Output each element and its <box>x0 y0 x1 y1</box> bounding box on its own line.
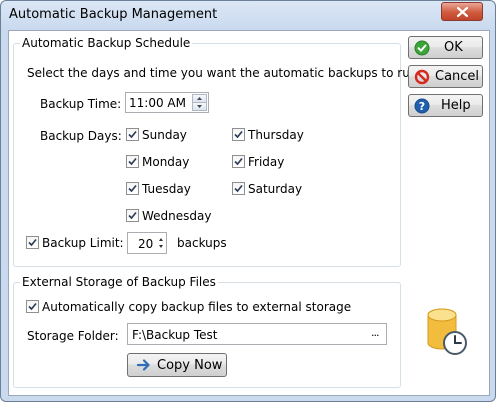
no-sign-icon <box>414 69 430 85</box>
checkmark-icon <box>234 184 243 193</box>
tuesday-checkbox[interactable] <box>126 182 139 195</box>
monday-label[interactable]: Monday <box>142 155 189 169</box>
tuesday-label[interactable]: Tuesday <box>142 182 191 196</box>
backup-time-value: 11:00 AM <box>129 96 186 110</box>
title-bar[interactable]: Automatic Backup Management <box>1 1 495 29</box>
wednesday-label[interactable]: Wednesday <box>142 209 211 223</box>
backup-limit-checkbox[interactable] <box>26 236 39 249</box>
thursday-label[interactable]: Thursday <box>248 128 304 142</box>
browse-button[interactable]: ... <box>371 326 379 339</box>
thursday-checkbox[interactable] <box>232 128 245 141</box>
arrow-right-icon <box>137 359 150 371</box>
external-storage-group-label: External Storage of Backup Files <box>20 275 218 289</box>
backup-limit-spinner[interactable] <box>157 236 165 250</box>
schedule-instructions: Select the days and time you want the au… <box>27 66 422 80</box>
saturday-label[interactable]: Saturday <box>248 182 302 196</box>
friday-label[interactable]: Friday <box>248 155 284 169</box>
close-icon <box>457 7 468 17</box>
cancel-label: Cancel <box>435 69 480 84</box>
chevron-down-icon[interactable] <box>157 244 165 250</box>
copy-now-label: Copy Now <box>157 358 223 373</box>
checkmark-icon <box>234 130 243 139</box>
wednesday-checkbox[interactable] <box>126 209 139 222</box>
backup-limit-unit: backups <box>177 236 227 250</box>
backup-time-spinner[interactable] <box>192 94 207 111</box>
backup-limit-value: 20 <box>138 237 154 251</box>
svg-text:?: ? <box>419 100 425 113</box>
chevron-up-icon[interactable] <box>157 236 165 242</box>
copy-now-button[interactable]: Copy Now <box>127 353 227 377</box>
checkmark-icon <box>28 238 37 247</box>
auto-copy-checkbox[interactable] <box>26 300 39 313</box>
dialog-window: Automatic Backup Management Automatic Ba… <box>0 0 496 402</box>
ok-label: OK <box>444 40 463 55</box>
help-label: Help <box>441 98 471 113</box>
backup-limit-field[interactable]: 20 <box>127 232 167 254</box>
saturday-checkbox[interactable] <box>232 182 245 195</box>
storage-folder-label: Storage Folder: <box>27 329 119 343</box>
checkmark-icon <box>128 157 137 166</box>
sunday-checkbox[interactable] <box>126 128 139 141</box>
backup-time-field[interactable]: 11:00 AM <box>125 92 209 113</box>
ok-button[interactable]: OK <box>408 36 483 59</box>
chevron-down-icon <box>197 105 202 108</box>
storage-folder-field[interactable]: F:\Backup Test ... <box>127 323 387 345</box>
auto-copy-label[interactable]: Automatically copy backup files to exter… <box>42 300 351 314</box>
checkmark-icon <box>28 302 37 311</box>
backup-time-label: Backup Time: <box>40 97 122 111</box>
sunday-label[interactable]: Sunday <box>142 128 187 142</box>
monday-checkbox[interactable] <box>126 155 139 168</box>
backup-limit-label[interactable]: Backup Limit: <box>42 236 124 250</box>
checkmark-icon <box>128 184 137 193</box>
backup-days-label: Backup Days: <box>40 129 122 143</box>
cancel-button[interactable]: Cancel <box>408 65 483 88</box>
checkmark-icon <box>128 211 137 220</box>
checkmark-icon <box>234 157 243 166</box>
checkmark-icon <box>128 130 137 139</box>
check-circle-icon <box>414 40 430 56</box>
spin-down-button[interactable] <box>192 102 207 111</box>
storage-folder-value: F:\Backup Test <box>132 328 218 342</box>
friday-checkbox[interactable] <box>232 155 245 168</box>
dialog-client-area: Automatic Backup Schedule Select the day… <box>8 30 490 396</box>
help-button[interactable]: ? Help <box>408 94 483 117</box>
question-icon: ? <box>414 98 430 114</box>
window-title: Automatic Backup Management <box>9 7 218 22</box>
chevron-up-icon <box>197 97 202 100</box>
schedule-group-label: Automatic Backup Schedule <box>20 36 193 50</box>
database-clock-icon <box>427 308 467 355</box>
close-button[interactable] <box>441 2 483 21</box>
